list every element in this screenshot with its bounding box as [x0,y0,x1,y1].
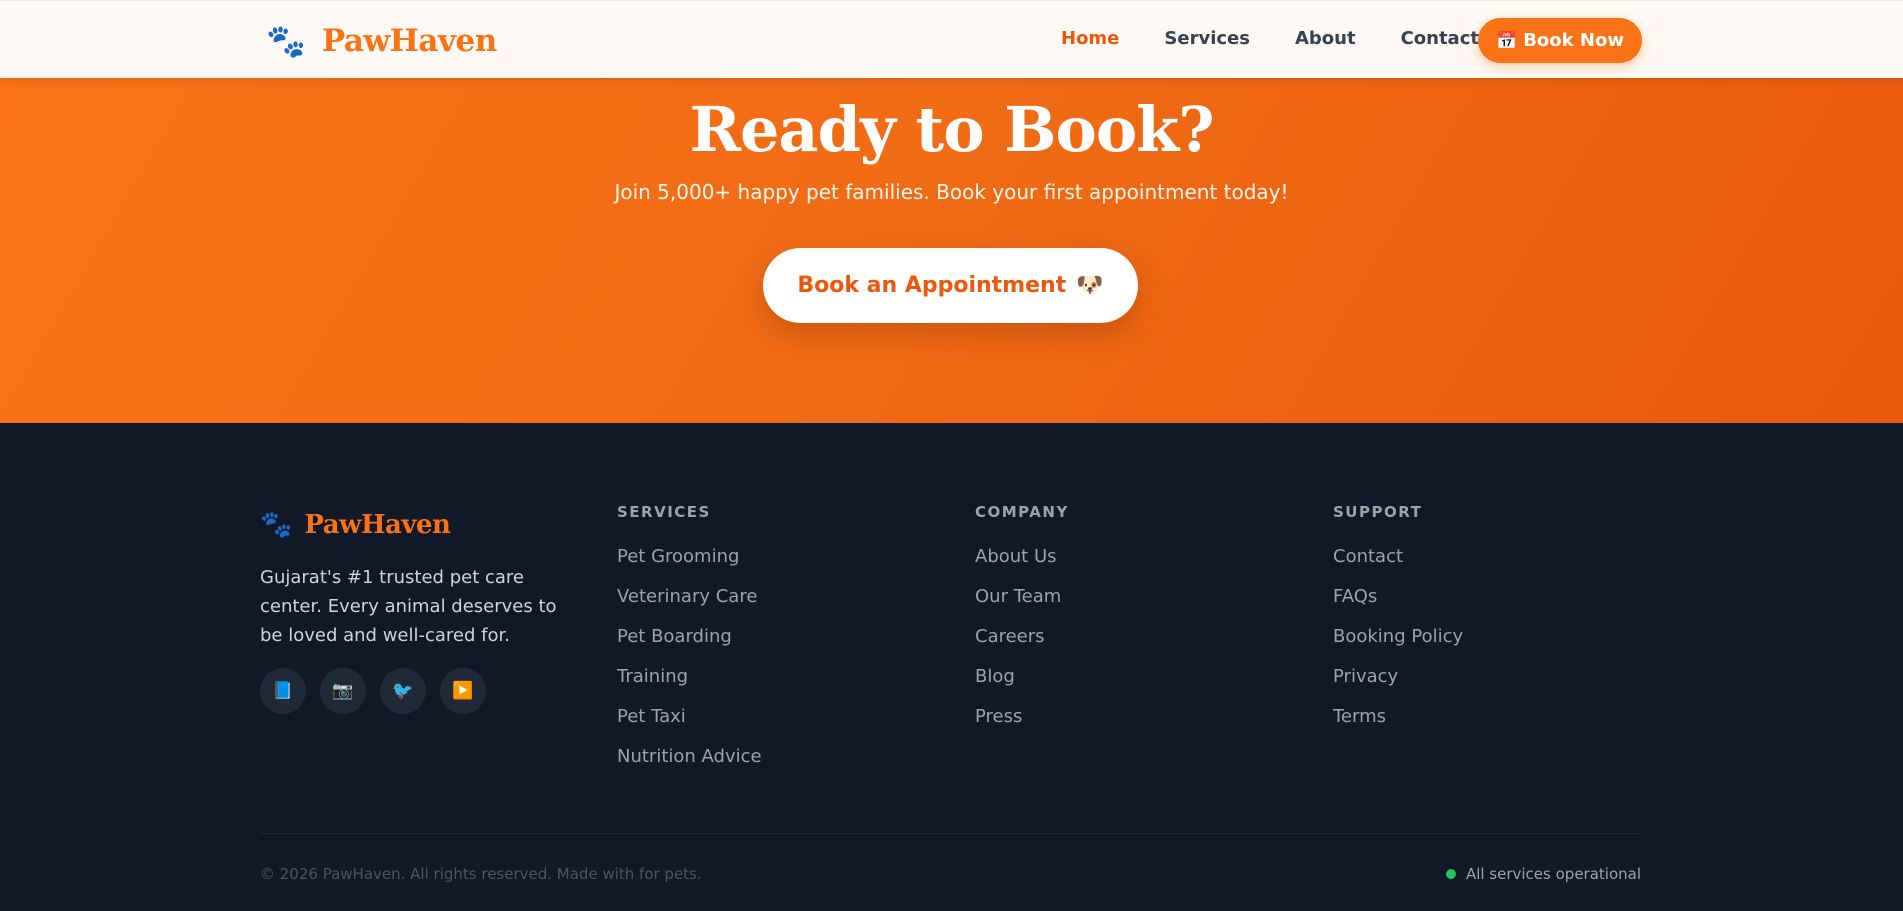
nav-services[interactable]: Services [1164,27,1250,51]
social-links: 📘 📷 🐦 ▶️ [260,668,500,714]
footer-col-title: SERVICES [617,503,711,521]
status-indicator: All services operational [1445,865,1641,883]
footer-link[interactable]: Nutrition Advice [617,745,762,785]
hero-title: Ready to Book? [689,93,1214,166]
cta-banner: Ready to Book? Join 5,000+ happy pet fam… [0,77,1903,423]
book-now-button[interactable]: 📅 Book Now [1478,18,1642,63]
footer-description: Gujarat's #1 trusted pet care center. Ev… [260,567,557,646]
footer-link[interactable]: Press [975,705,1069,745]
footer-link[interactable]: Careers [975,625,1069,665]
footer-link[interactable]: Booking Policy [1333,625,1463,665]
footer-brand[interactable]: 🐾 PawHaven [260,505,451,545]
brand-name: PawHaven [321,23,497,59]
footer-link[interactable]: Pet Boarding [617,625,762,665]
footer-link[interactable]: Training [617,665,762,705]
calendar-icon: 📅 [1496,30,1518,51]
camera-icon[interactable]: 📷 [320,668,366,714]
footer: 🐾 PawHaven Gujarat's #1 trusted pet care… [0,423,1903,911]
book-icon[interactable]: 📘 [260,668,306,714]
footer-link[interactable]: Pet Taxi [617,705,762,745]
footer-col-title: COMPANY [975,503,1069,521]
footer-link[interactable]: Blog [975,665,1069,705]
book-now-label: Book Now [1523,30,1624,51]
book-appointment-label: Book an Appointment [797,273,1067,298]
footer-col-services: SERVICES Pet Grooming Veterinary Care Pe… [617,503,762,785]
footer-link[interactable]: Our Team [975,585,1069,625]
copyright: © 2026 PawHaven. All rights reserved. Ma… [260,865,702,883]
nav-home[interactable]: Home [1061,27,1119,51]
footer-link[interactable]: Veterinary Care [617,585,762,625]
paw-icon: 🐾 [266,22,306,60]
status-text: All services operational [1465,865,1641,883]
dog-icon: 🐶 [1076,273,1104,298]
footer-link[interactable]: Terms [1333,705,1463,745]
brand-logo[interactable]: 🐾 PawHaven [266,21,497,61]
bird-icon[interactable]: 🐦 [380,668,426,714]
footer-divider [260,833,1642,834]
paw-icon: 🐾 [260,510,293,540]
footer-col-title: SUPPORT [1333,503,1423,521]
footer-link[interactable]: Privacy [1333,665,1463,705]
top-navbar: 🐾 PawHaven Home Services About Contact 📅… [0,0,1903,78]
book-appointment-button[interactable]: Book an Appointment 🐶 [763,248,1138,323]
hero-subtitle: Join 5,000+ happy pet families. Book you… [614,180,1289,204]
nav-about[interactable]: About [1295,27,1356,51]
footer-col-company: COMPANY About Us Our Team Careers Blog P… [975,503,1069,745]
play-icon[interactable]: ▶️ [440,668,486,714]
footer-link[interactable]: Contact [1333,545,1463,585]
status-dot-icon [1445,869,1456,879]
nav-links: Home Services About Contact [1061,27,1524,51]
footer-link[interactable]: Pet Grooming [617,545,762,585]
footer-brand-name: PawHaven [304,510,451,540]
nav-contact[interactable]: Contact [1401,27,1479,51]
footer-link[interactable]: FAQs [1333,585,1463,625]
footer-col-support: SUPPORT Contact FAQs Booking Policy Priv… [1333,503,1463,745]
footer-link[interactable]: About Us [975,545,1069,585]
